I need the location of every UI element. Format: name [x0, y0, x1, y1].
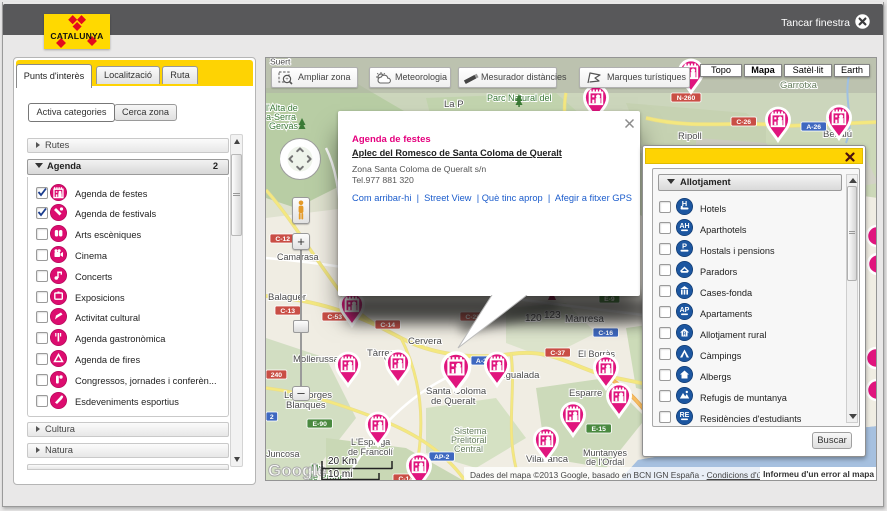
svg-text:La P: La P	[444, 99, 464, 110]
svg-text:+: +	[285, 77, 289, 83]
svg-text:A-26: A-26	[806, 124, 821, 131]
svg-text:C-14: C-14	[380, 322, 395, 329]
svg-text:2: 2	[270, 414, 274, 421]
svg-text:10 mi: 10 mi	[328, 469, 352, 480]
svg-text:Ripoll: Ripoll	[678, 131, 702, 142]
svg-text:CATALUNYA: CATALUNYA	[50, 31, 103, 41]
svg-text:C-26: C-26	[736, 119, 751, 126]
svg-text:de l'Ordal: de l'Ordal	[586, 457, 624, 467]
svg-text:P: P	[682, 241, 687, 250]
svg-text:Gervàs: Gervàs	[269, 121, 299, 131]
svg-text:C-37: C-37	[550, 350, 565, 357]
svg-text:Garrotxa: Garrotxa	[780, 80, 818, 91]
svg-text:Cervera: Cervera	[408, 336, 443, 347]
svg-text:N-260: N-260	[677, 95, 696, 102]
svg-text:Esparre: Esparre	[569, 388, 602, 399]
svg-text:de Queralt: de Queralt	[431, 396, 476, 407]
svg-text:AP: AP	[680, 307, 690, 314]
svg-text:20 Km: 20 Km	[328, 456, 357, 467]
svg-text:Igualada: Igualada	[503, 370, 540, 381]
svg-text:Central: Central	[454, 444, 483, 454]
svg-text:C-16: C-16	[598, 330, 613, 337]
svg-text:E-15: E-15	[592, 426, 607, 433]
svg-text:RE: RE	[680, 412, 690, 419]
svg-text:R: R	[683, 331, 687, 337]
svg-text:Suert: Suert	[270, 58, 291, 67]
svg-text:AH: AH	[679, 223, 689, 230]
